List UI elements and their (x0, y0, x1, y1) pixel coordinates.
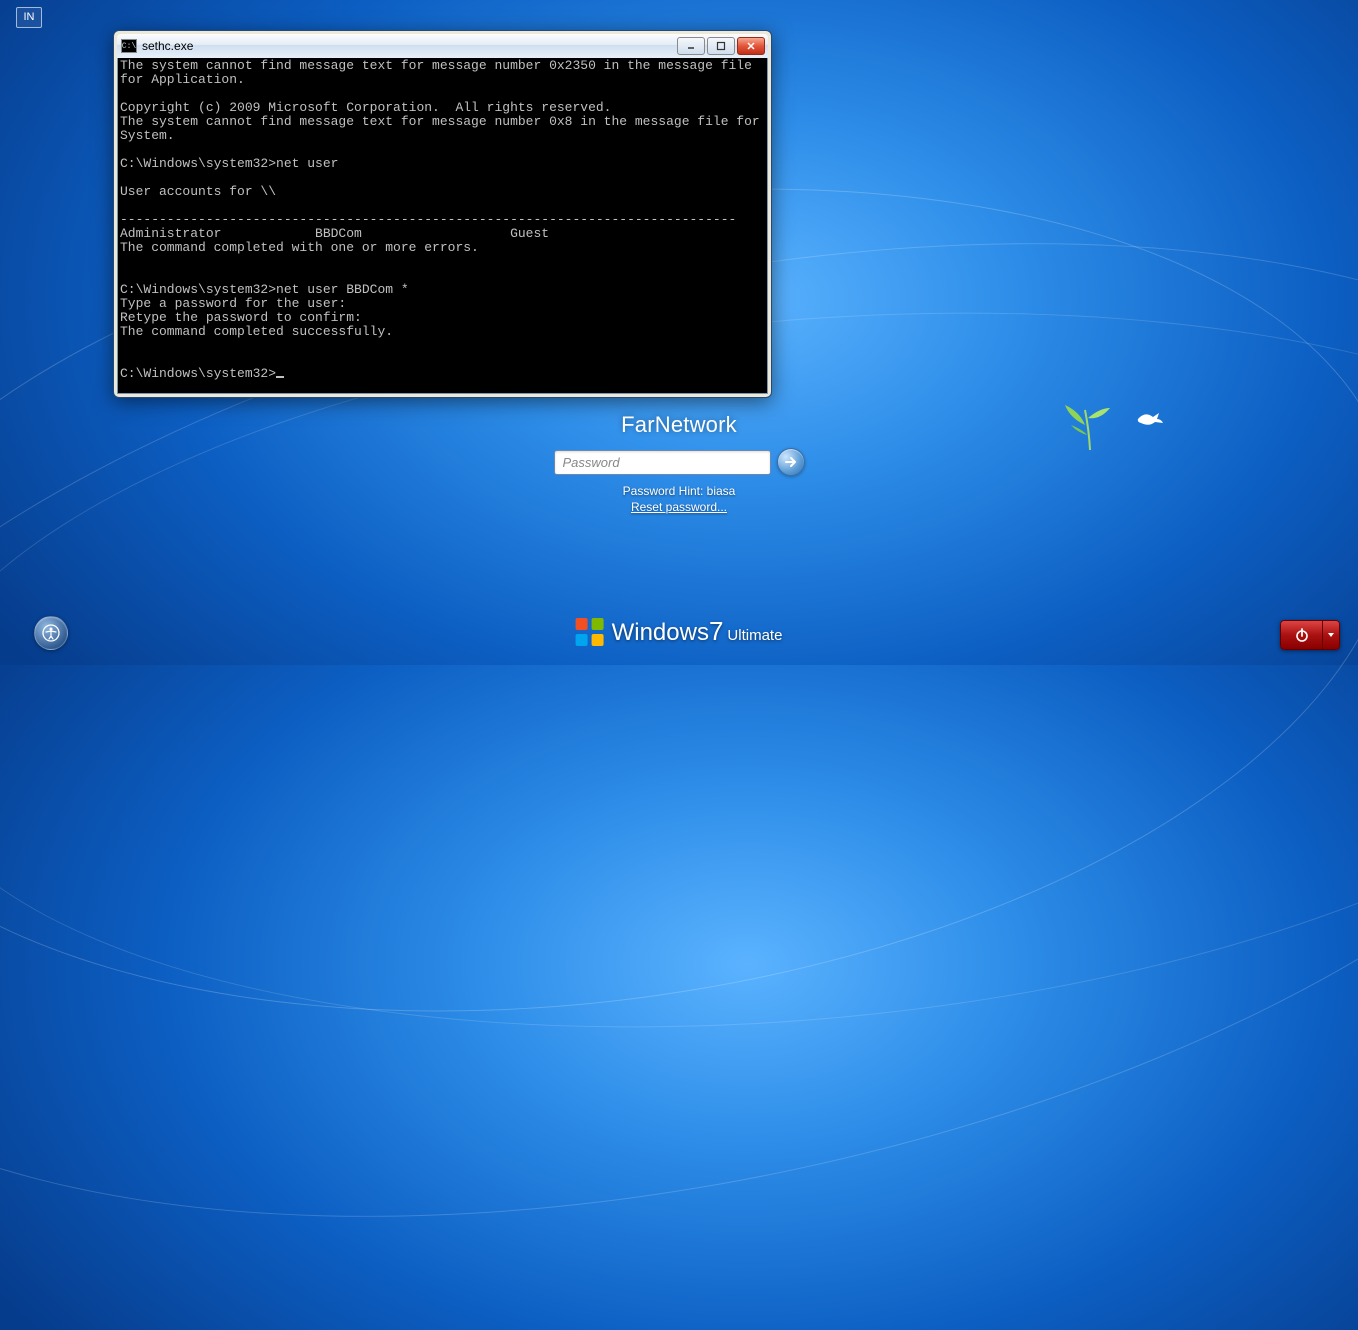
windows-branding: Windows7Ultimate (576, 616, 783, 647)
windows-logo-icon (576, 618, 604, 646)
brand-text: Windows7Ultimate (612, 616, 783, 647)
cmd-titlebar[interactable]: C:\ sethc.exe (117, 34, 768, 58)
power-button[interactable] (1280, 620, 1322, 650)
cmd-window: C:\ sethc.exe The system cannot find mes… (113, 30, 772, 398)
cmd-title-text: sethc.exe (142, 39, 677, 53)
cmd-icon: C:\ (121, 39, 137, 53)
bg-bird-decoration (1135, 407, 1165, 435)
power-button-group (1280, 620, 1340, 650)
bg-leaf-decoration (1055, 390, 1125, 465)
language-indicator[interactable]: IN (16, 7, 42, 28)
password-input[interactable] (554, 450, 771, 475)
username-label: FarNetwork (529, 412, 829, 438)
maximize-button[interactable] (707, 37, 735, 55)
power-menu-button[interactable] (1322, 620, 1340, 650)
reset-password-link[interactable]: Reset password... (631, 500, 727, 514)
ease-of-access-button[interactable] (34, 616, 68, 650)
cmd-output[interactable]: The system cannot find message text for … (117, 58, 768, 394)
close-button[interactable] (737, 37, 765, 55)
submit-button[interactable] (777, 448, 805, 476)
login-panel: FarNetwork Password Hint: biasa Reset pa… (529, 412, 829, 516)
minimize-button[interactable] (677, 37, 705, 55)
password-hint: Password Hint: biasa (529, 484, 829, 498)
